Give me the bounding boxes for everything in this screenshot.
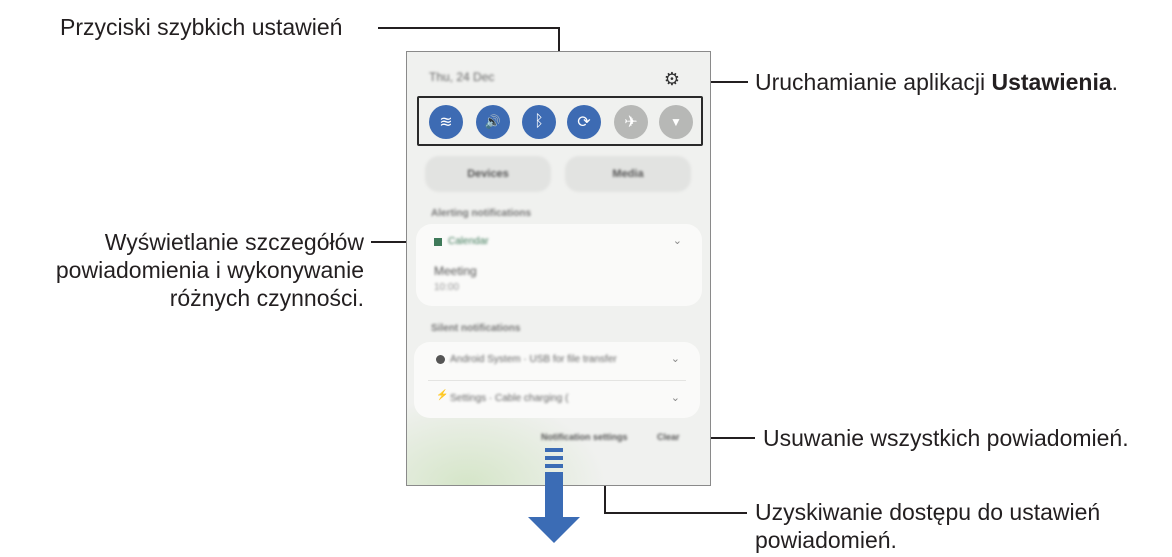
charging-notification[interactable]: Settings · Cable charging ( (450, 393, 568, 404)
notification-panel: Thu, 24 Dec ⚙ ≋ 🔊 ᛒ ⟳ ✈ ▼ Devices Media … (406, 51, 711, 486)
silent-notifications-card: Android System · USB for file transfer ⌄… (414, 342, 700, 418)
callout-notification-settings: Uzyskiwanie dostępu do ustawień powiadom… (755, 498, 1100, 554)
sound-icon[interactable]: 🔊 (476, 105, 510, 139)
chevron-down-icon[interactable]: ⌄ (673, 234, 682, 247)
leader-line-notification-settings-horizontal (604, 512, 747, 514)
devices-button[interactable]: Devices (425, 156, 551, 192)
callout-notification-details-line3: różnych czynności. (169, 285, 364, 311)
silent-notifications-label: Silent notifications (431, 323, 521, 334)
callout-settings-app: Uruchamianie aplikacji Ustawienia. (755, 68, 1118, 96)
quick-settings-row: ≋ 🔊 ᛒ ⟳ ✈ ▼ (417, 96, 703, 146)
wifi-icon[interactable]: ≋ (429, 105, 463, 139)
arrow-dash (545, 448, 563, 452)
gear-icon[interactable]: ⚙ (662, 69, 682, 89)
calendar-icon (434, 238, 442, 246)
callout-notification-details-line2: powiadomienia i wykonywanie (55, 257, 364, 283)
callout-notification-settings-line1: Uzyskiwanie dostępu do ustawień (755, 499, 1101, 525)
arrow-head-icon (528, 517, 580, 543)
meeting-time: 10:00 (434, 282, 460, 293)
arrow-shaft (545, 472, 563, 518)
divider (428, 380, 686, 381)
airplane-icon[interactable]: ✈ (614, 105, 648, 139)
auto-rotate-icon[interactable]: ⟳ (567, 105, 601, 139)
calendar-notification-card[interactable]: Calendar ⌄ Meeting 10:00 (416, 224, 702, 306)
callout-settings-app-prefix: Uruchamianie aplikacji (755, 69, 992, 95)
charging-icon: ⚡ (436, 390, 449, 401)
flashlight-icon[interactable]: ▼ (659, 105, 693, 139)
meeting-title: Meeting (434, 264, 477, 278)
chevron-down-icon[interactable]: ⌄ (671, 391, 680, 404)
callout-notification-settings-line2: powiadomień. (755, 527, 897, 553)
callout-settings-app-suffix: . (1111, 69, 1119, 95)
android-system-notification[interactable]: Android System · USB for file transfer (450, 354, 617, 365)
chevron-down-icon[interactable]: ⌄ (671, 352, 680, 365)
callout-notification-details: Wyświetlanie szczegółów powiadomienia i … (56, 228, 364, 312)
date-label: Thu, 24 Dec (429, 70, 495, 84)
arrow-dash (545, 464, 563, 468)
callout-clear-all: Usuwanie wszystkich powiadomień. (763, 425, 1129, 451)
android-system-icon (436, 355, 445, 364)
media-button[interactable]: Media (565, 156, 691, 192)
clear-all-link[interactable]: Clear (657, 432, 680, 442)
notification-settings-link[interactable]: Notification settings (541, 432, 628, 442)
calendar-app-name: Calendar (448, 236, 489, 247)
leader-line-quick-settings (378, 27, 560, 29)
callout-settings-app-bold: Ustawienia (991, 69, 1112, 95)
alerting-notifications-label: Alerting notifications (431, 208, 531, 219)
callout-quick-settings: Przyciski szybkich ustawień (60, 14, 343, 40)
arrow-dash (545, 456, 563, 460)
bluetooth-icon[interactable]: ᛒ (522, 105, 556, 139)
callout-notification-details-line1: Wyświetlanie szczegółów (104, 229, 364, 255)
